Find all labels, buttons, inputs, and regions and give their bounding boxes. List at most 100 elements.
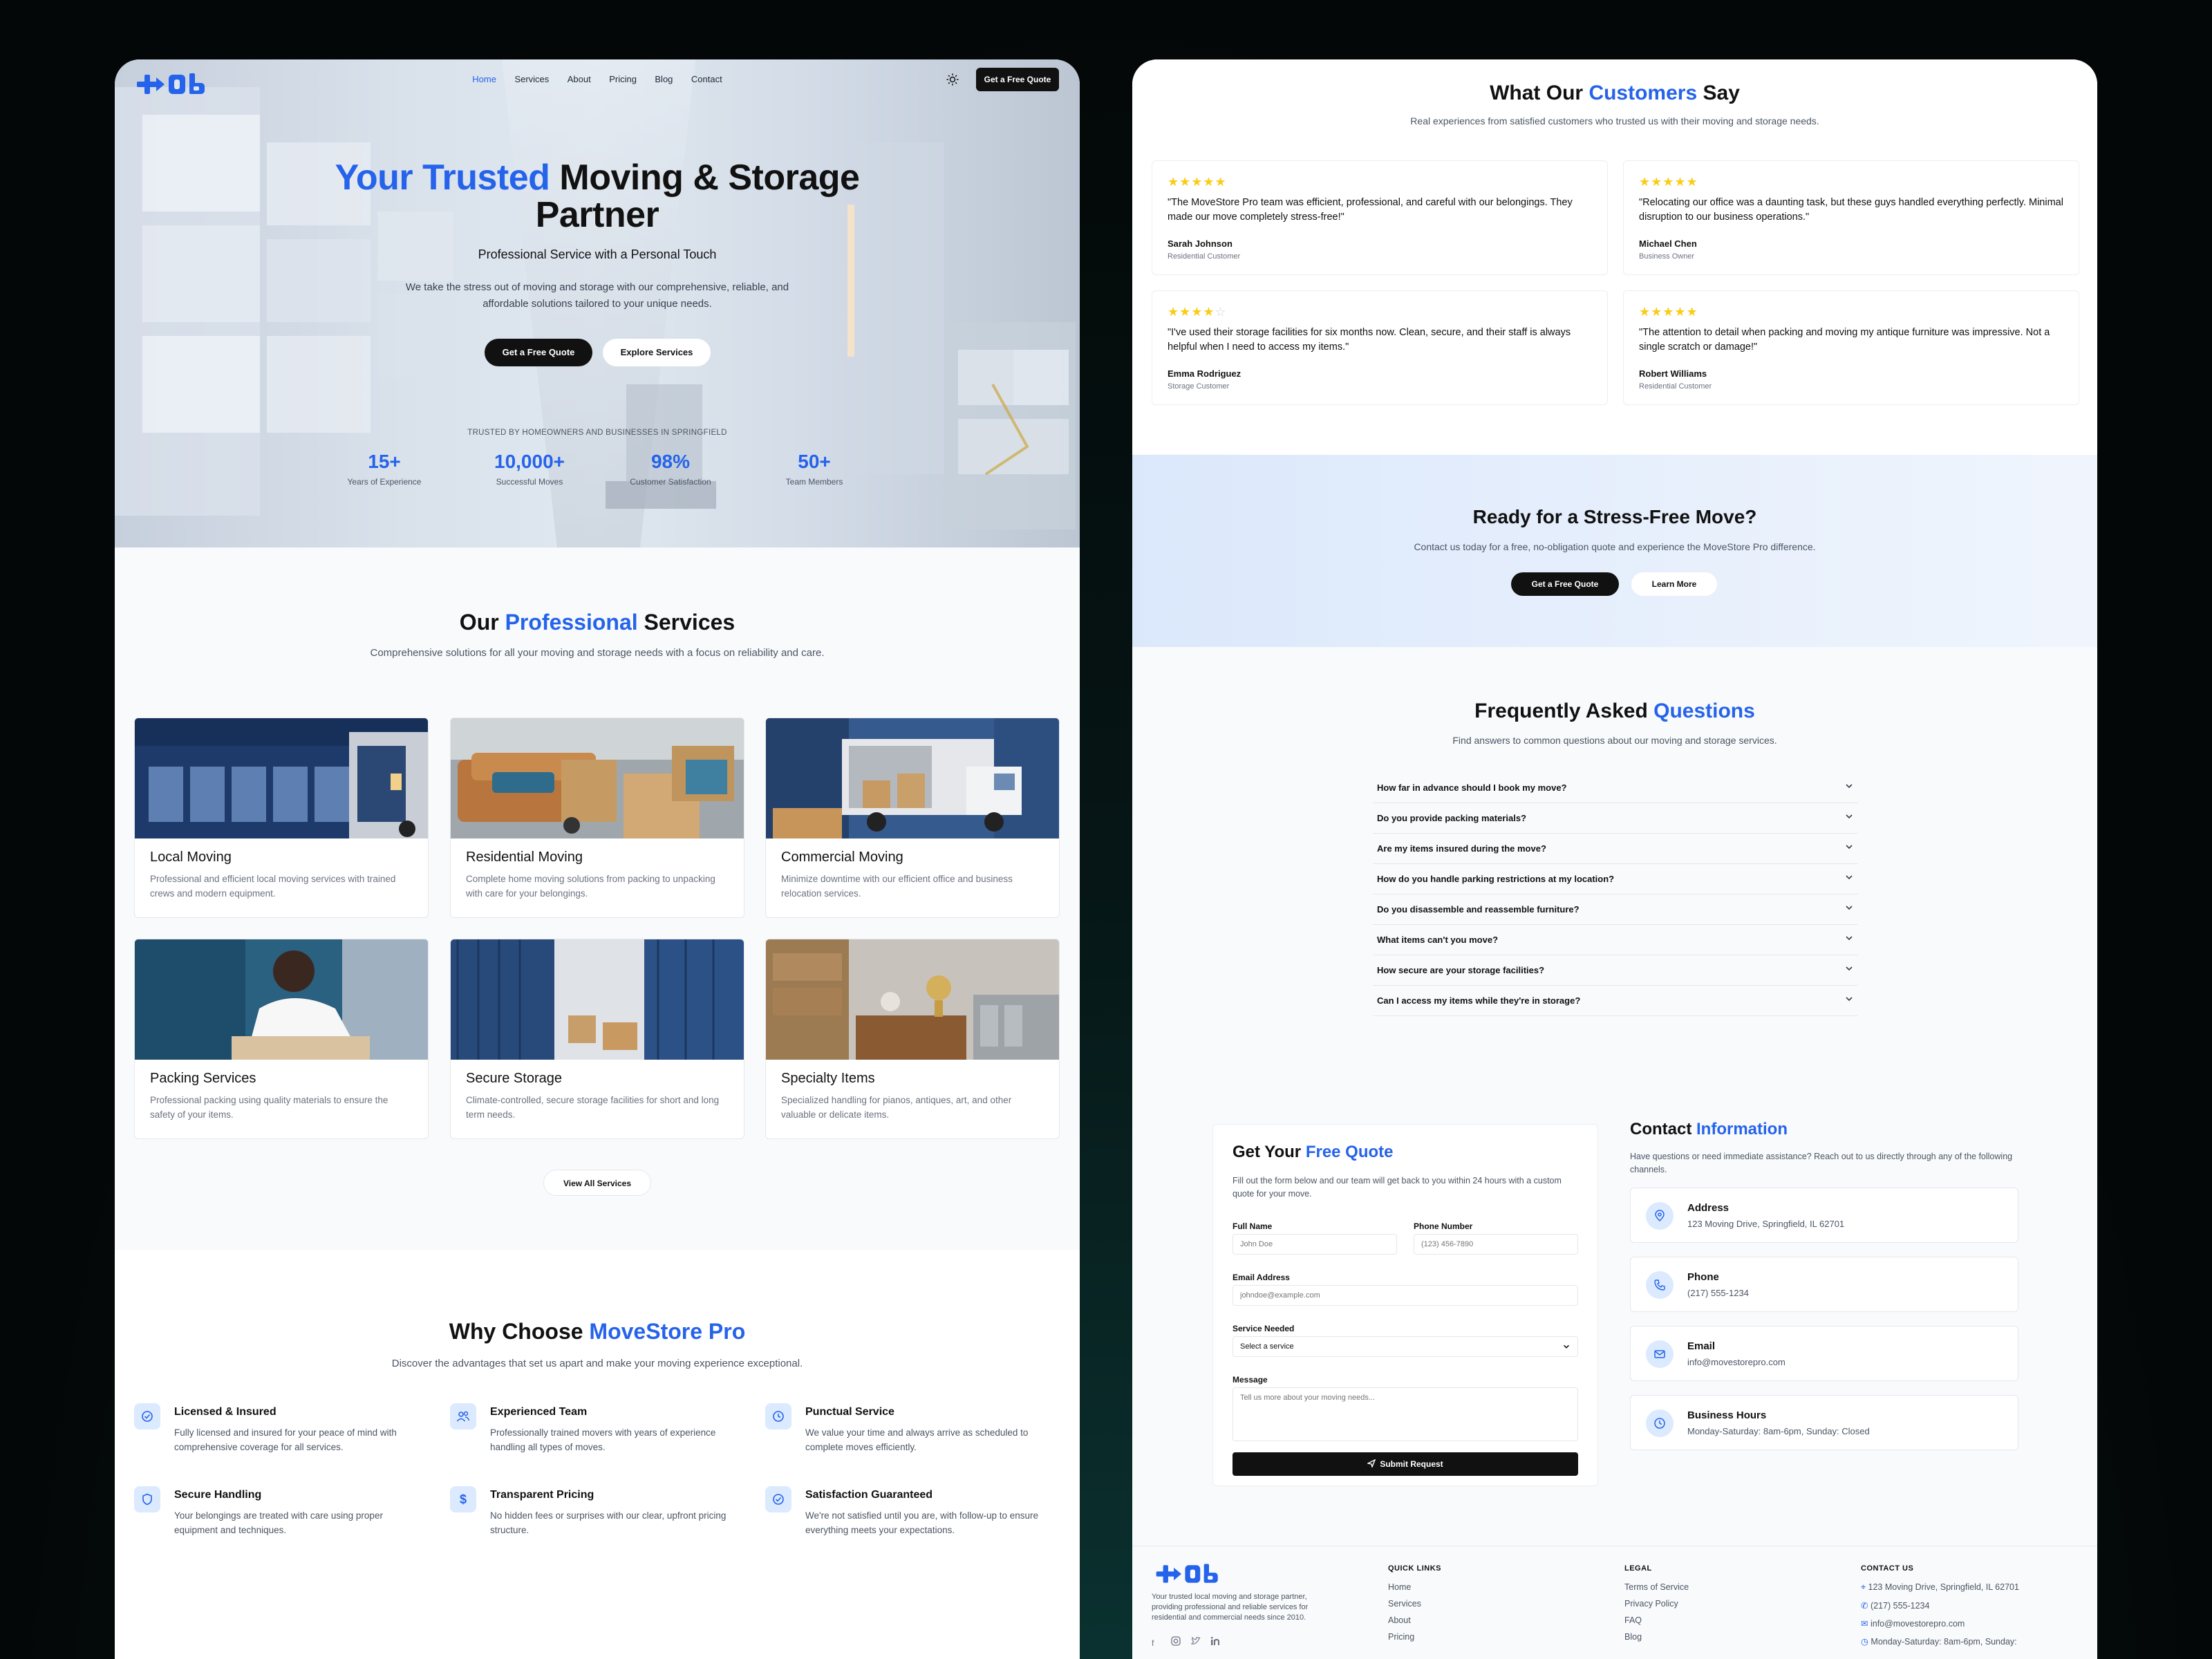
linkedin-icon[interactable] (1210, 1636, 1220, 1646)
cta-title: Ready for a Stress-Free Move? (1472, 506, 1757, 527)
hero-get-quote-button[interactable]: Get a Free Quote (485, 339, 592, 366)
hero-section: Home Services About Pricing Blog Contact… (115, 59, 1080, 547)
footer: Your trusted local moving and storage pa… (1132, 1546, 2097, 1659)
why-choose-subtitle: Discover the advantages that set us apar… (391, 1358, 803, 1369)
hero-description: We take the stress out of moving and sto… (405, 281, 789, 310)
chevron-down-icon (1846, 814, 1853, 819)
faq-item[interactable]: How far in advance should I book my move… (1373, 773, 1858, 803)
twitter-icon[interactable] (1190, 1636, 1201, 1646)
star-rating: ★★★★★ (1639, 175, 1698, 189)
mail-icon (1646, 1340, 1674, 1368)
footer-contact-phone[interactable]: ✆ (217) 555-1234 (1861, 1600, 1929, 1611)
testimonial-card: ★★★★★ "The MoveStore Pro team was effici… (1152, 160, 1608, 275)
contact-address: Address 123 Moving Drive, Springfield, I… (1630, 1188, 2018, 1243)
trusted-by-text: TRUSTED BY HOMEOWNERS AND BUSINESSES IN … (467, 429, 727, 437)
commercial-moving-image (766, 718, 1059, 838)
contact-business-hours: Business Hours Monday-Saturday: 8am-6pm,… (1630, 1395, 2018, 1450)
faq-item[interactable]: How secure are your storage facilities? (1373, 955, 1858, 986)
nav-item-home[interactable]: Home (472, 74, 496, 84)
footer-link-faq[interactable]: FAQ (1624, 1615, 1642, 1625)
nav-item-contact[interactable]: Contact (691, 74, 722, 84)
star-rating: ★★★★★ (1168, 175, 1227, 189)
shield-icon (134, 1486, 160, 1512)
stat-years: 15+ Years of Experience (347, 451, 422, 487)
mail-icon: ✉ (1861, 1619, 1868, 1629)
services-subtitle: Comprehensive solutions for all your mov… (370, 647, 825, 659)
phone-icon (1646, 1271, 1674, 1299)
testimonials-title: What Our Customers Say (1490, 82, 1740, 104)
clock-icon (765, 1403, 791, 1430)
view-all-services-button[interactable]: View All Services (543, 1170, 651, 1196)
submit-request-button[interactable]: Submit Request (1232, 1452, 1578, 1476)
footer-logo-icon[interactable] (1152, 1560, 1225, 1588)
cta-get-quote-button[interactable]: Get a Free Quote (1511, 572, 1619, 596)
facebook-icon[interactable]: f (1152, 1638, 1161, 1648)
testimonials-section: What Our Customers Say Real experiences … (1132, 59, 2097, 455)
map-pin-icon: ⌖ (1861, 1582, 1866, 1592)
chevron-down-icon (1846, 906, 1853, 910)
check-circle-icon (765, 1486, 791, 1512)
nav-item-pricing[interactable]: Pricing (609, 74, 637, 84)
learn-more-button[interactable]: Learn More (1631, 572, 1717, 596)
hero-tagline: Professional Service with a Personal Tou… (478, 247, 717, 261)
contact-email: Email info@movestorepro.com (1630, 1326, 2018, 1381)
clock-icon (1646, 1409, 1674, 1437)
service-needed-select[interactable]: Select a service (1232, 1336, 1578, 1357)
chevron-down-icon (1846, 875, 1853, 880)
stat-team: 50+ Team Members (785, 451, 843, 487)
faq-item[interactable]: How do you handle parking restrictions a… (1373, 864, 1858, 894)
services-title: Our Professional Services (459, 610, 735, 635)
nav-item-blog[interactable]: Blog (655, 74, 673, 84)
service-card-packing-services[interactable]: Packing Services Professional packing us… (134, 939, 429, 1139)
specialty-items-image (766, 939, 1059, 1060)
nav-get-quote-button[interactable]: Get a Free Quote (976, 68, 1059, 91)
stat-satisfaction: 98% Customer Satisfaction (630, 451, 711, 487)
footer-contact-hours: ◷ Monday-Saturday: 8am-6pm, Sunday: (1861, 1637, 2017, 1647)
service-card-commercial-moving[interactable]: Commercial Moving Minimize downtime with… (765, 718, 1060, 918)
why-choose-title: Why Choose MoveStore Pro (449, 1319, 746, 1344)
footer-link-services[interactable]: Services (1388, 1599, 1421, 1609)
star-rating: ★★★★★ (1639, 305, 1698, 319)
footer-social: f (1152, 1636, 1220, 1649)
footer-link-terms[interactable]: Terms of Service (1624, 1582, 1689, 1592)
faq-item[interactable]: What items can't you move? (1373, 925, 1858, 955)
service-card-residential-moving[interactable]: Residential Moving Complete home moving … (450, 718, 744, 918)
local-moving-image (135, 718, 428, 838)
nav-item-services[interactable]: Services (514, 74, 549, 84)
secure-storage-image (451, 939, 744, 1060)
quote-form-card: Get Your Free Quote Fill out the form be… (1212, 1124, 1598, 1486)
faq-item[interactable]: Are my items insured during the move? (1373, 834, 1858, 864)
email-address-input[interactable] (1232, 1285, 1578, 1306)
testimonial-card: ★★★★★ "The attention to detail when pack… (1623, 290, 2079, 405)
service-card-local-moving[interactable]: Local Moving Professional and efficient … (134, 718, 429, 918)
sun-icon[interactable] (946, 73, 959, 86)
footer-link-blog[interactable]: Blog (1624, 1632, 1642, 1642)
faq-item[interactable]: Do you provide packing materials? (1373, 803, 1858, 834)
nav-item-about[interactable]: About (568, 74, 591, 84)
faq-item[interactable]: Can I access my items while they're in s… (1373, 986, 1858, 1016)
phone-number-input[interactable] (1414, 1234, 1578, 1255)
clock-icon: ◷ (1861, 1637, 1868, 1647)
faq-item[interactable]: Do you disassemble and reassemble furnit… (1373, 894, 1858, 925)
footer-link-privacy[interactable]: Privacy Policy (1624, 1599, 1678, 1609)
quote-contact-section: Get Your Free Quote Fill out the form be… (1132, 1073, 2097, 1546)
service-card-secure-storage[interactable]: Secure Storage Climate-controlled, secur… (450, 939, 744, 1139)
packing-services-image (135, 939, 428, 1060)
quote-form-subtitle: Fill out the form below and our team wil… (1232, 1176, 1562, 1199)
message-textarea[interactable] (1232, 1387, 1578, 1441)
footer-link-home[interactable]: Home (1388, 1582, 1411, 1592)
faq-title: Frequently Asked Questions (1474, 700, 1755, 722)
landing-page-right-panel: What Our Customers Say Real experiences … (1132, 59, 2097, 1659)
explore-services-button[interactable]: Explore Services (603, 339, 711, 366)
full-name-input[interactable] (1232, 1234, 1397, 1255)
chevron-down-icon (1846, 997, 1853, 1002)
service-card-specialty-items[interactable]: Specialty Items Specialized handling for… (765, 939, 1060, 1139)
users-icon (450, 1403, 476, 1430)
footer-contact-email[interactable]: ✉ info@movestorepro.com (1861, 1618, 1965, 1629)
instagram-icon[interactable] (1171, 1636, 1181, 1646)
footer-link-pricing[interactable]: Pricing (1388, 1632, 1414, 1642)
footer-link-about[interactable]: About (1388, 1615, 1411, 1625)
chevron-down-icon (1564, 1344, 1569, 1349)
quote-form-title: Get Your Free Quote (1232, 1143, 1394, 1161)
services-section: Our Professional Services Comprehensive … (115, 547, 1080, 1250)
